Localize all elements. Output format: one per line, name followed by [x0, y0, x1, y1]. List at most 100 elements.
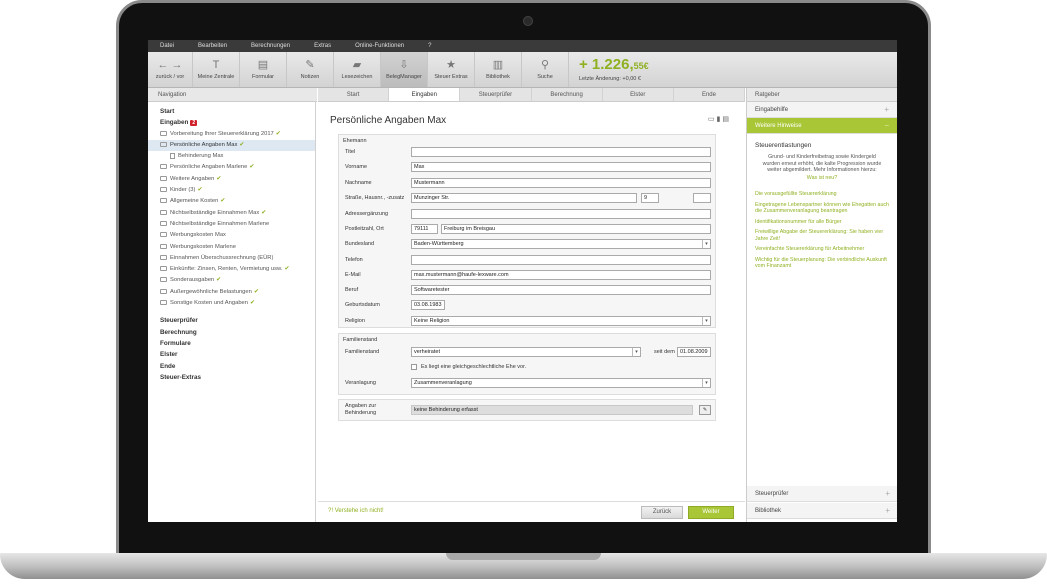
- nav-item[interactable]: Einnahmen Überschussrechnung (EÜR): [160, 253, 315, 264]
- beruf-label: Beruf: [345, 287, 359, 293]
- toolbar-bibliothek[interactable]: ▥ Bibliothek: [475, 52, 522, 87]
- nav-item[interactable]: Behinderung Max: [160, 151, 315, 162]
- menu-berechnungen[interactable]: Berechnungen: [251, 43, 290, 49]
- nav-item[interactable]: Allgemeine Kosten ✔: [160, 196, 315, 207]
- edit-behinderung-button[interactable]: ✎: [699, 405, 711, 415]
- vorname-field[interactable]: Max: [411, 162, 711, 172]
- adress-field[interactable]: [411, 209, 711, 219]
- menu-datei[interactable]: Datei: [160, 43, 174, 49]
- back-button[interactable]: Zurück: [641, 506, 683, 519]
- hausnr-field[interactable]: 9: [641, 193, 659, 203]
- section-familienstand: Familienstand Familienstand verheiratet ▾…: [338, 333, 716, 395]
- nav-item[interactable]: Persönliche Angaben Max ✔: [148, 139, 315, 152]
- accordion-eingabehilfe[interactable]: Eingabehilfe +: [747, 102, 897, 118]
- veranlagung-select[interactable]: Zusammenveranlagung ▾: [411, 378, 711, 388]
- nav-item[interactable]: Werbungskosten Marlene: [160, 242, 315, 253]
- accordion-bibliothek[interactable]: Bibliothek +: [747, 503, 897, 519]
- familienstand-select[interactable]: verheiratet ▾: [411, 347, 641, 357]
- section-title: Familienstand: [343, 337, 378, 343]
- accordion-steuerpruefer[interactable]: Steuerprüfer +: [747, 486, 897, 502]
- tab-berechnung[interactable]: Berechnung: [532, 88, 603, 101]
- menu-online[interactable]: Online-Funktionen: [355, 43, 404, 49]
- seit-field[interactable]: 01.08.2009: [677, 347, 711, 357]
- tab-steuerpruefer[interactable]: Steuerprüfer: [460, 88, 532, 101]
- toolbar-belegmanager[interactable]: ⇩ BelegManager: [381, 52, 428, 87]
- note-icon[interactable]: ▭: [708, 116, 717, 123]
- nav-item[interactable]: Persönliche Angaben Marlene ✔: [160, 162, 315, 173]
- familienstand-value: verheiratet: [414, 349, 440, 355]
- accordion-weitere-hinweise[interactable]: Weitere Hinweise −: [747, 118, 897, 134]
- ratgeber-link[interactable]: Wichtig für die Steuerplanung: Die verbi…: [755, 257, 889, 270]
- back-forward-button[interactable]: ← → zurück / vor: [148, 52, 193, 87]
- ratgeber-link[interactable]: Eingetragene Lebenspartner können wie Eh…: [755, 202, 889, 215]
- help-icon: ?!: [328, 508, 334, 514]
- beruf-field[interactable]: Softwaretester: [411, 285, 711, 295]
- nav-start[interactable]: Start: [160, 106, 315, 117]
- check-icon: ✔: [239, 141, 245, 148]
- same-sex-label: Es liegt eine gleichgeschlechtliche Ehe …: [421, 364, 527, 370]
- nav-steuerpruefer[interactable]: Steuerprüfer: [160, 315, 315, 326]
- geburtsdatum-field[interactable]: 03.08.1983: [411, 300, 445, 310]
- nachname-field[interactable]: Mustermann: [411, 178, 711, 188]
- nav-item[interactable]: Nichtselbständige Einnahmen Marlene: [160, 219, 315, 230]
- nav-eingaben[interactable]: Eingaben 2: [160, 117, 315, 128]
- ratgeber-link[interactable]: Vereinfachte Steuererklärung für Arbeitn…: [755, 246, 889, 253]
- ratgeber-link[interactable]: Die vorausgefüllte Steuererklärung: [755, 191, 889, 198]
- menu-extras[interactable]: Extras: [314, 43, 331, 49]
- toolbar-notizen[interactable]: ✎ Notizen: [287, 52, 334, 87]
- nav-item[interactable]: Weitere Angaben ✔: [160, 174, 315, 185]
- zusatz-field[interactable]: [693, 193, 711, 203]
- tab-ende[interactable]: Ende: [674, 88, 746, 101]
- next-button[interactable]: Weiter: [688, 506, 734, 519]
- chevron-down-icon: ▾: [702, 379, 710, 387]
- menu-help[interactable]: ?: [428, 43, 431, 49]
- toolbar-steuer-extras[interactable]: ★ Steuer Extras: [428, 52, 475, 87]
- menu-bearbeiten[interactable]: Bearbeiten: [198, 43, 227, 49]
- ratgeber-content: Steuerentlastungen Grund- und Kinderfrei…: [747, 134, 897, 270]
- nav-berechnung[interactable]: Berechnung: [160, 327, 315, 338]
- section-ehemann: Ehemann Titel Vorname Max Nachname Muste…: [338, 134, 716, 328]
- toolbar-lesezeichen[interactable]: ▰ Lesezeichen: [334, 52, 381, 87]
- same-sex-checkbox[interactable]: [411, 364, 417, 370]
- nav-item[interactable]: Kinder (3) ✔: [160, 185, 315, 196]
- email-field[interactable]: max.mustermann@haufe-lexware.com: [411, 270, 711, 280]
- navigation-header: Navigation: [148, 88, 317, 102]
- toolbar-formular[interactable]: ▤ Formular: [240, 52, 287, 87]
- tab-elster[interactable]: Elster: [603, 88, 674, 101]
- form-icon: ▤: [257, 59, 269, 71]
- religion-value: Keine Religion: [414, 318, 450, 324]
- nav-item[interactable]: Einkünfte: Zinsen, Renten, Vermietung us…: [160, 264, 315, 275]
- nav-item-label: Werbungskosten Max: [170, 232, 226, 239]
- ratgeber-link[interactable]: Freiwillige Abgabe der Steuererklärung: …: [755, 229, 889, 242]
- nav-elster[interactable]: Elster: [160, 349, 315, 360]
- ratgeber-link[interactable]: Identifikationsnummer für alle Bürger: [755, 219, 889, 226]
- nav-item[interactable]: Sonderausgaben ✔: [160, 275, 315, 286]
- toolbar-meine-zentrale[interactable]: T Meine Zentrale: [193, 52, 240, 87]
- nav-item[interactable]: Vorbereitung Ihrer Steuererklärung 2017 ✔: [160, 129, 315, 140]
- form-icon[interactable]: ▤: [722, 116, 731, 123]
- help-link[interactable]: ?! Verstehe ich nicht!: [328, 508, 384, 514]
- tab-eingaben[interactable]: Eingaben: [389, 88, 461, 101]
- nav-steuer-extras[interactable]: Steuer-Extras: [160, 372, 315, 383]
- titel-field[interactable]: [411, 147, 711, 157]
- bundesland-value: Baden-Württemberg: [414, 241, 464, 247]
- religion-select[interactable]: Keine Religion ▾: [411, 316, 711, 326]
- folder-icon: [160, 209, 167, 215]
- ort-field[interactable]: Freiburg im Breisgau: [441, 224, 711, 234]
- behinderung-label: Angaben zur: [345, 403, 377, 409]
- nav-item[interactable]: Sonstige Kosten und Angaben ✔: [160, 298, 315, 309]
- nav-item[interactable]: Nichtselbständige Einnahmen Max ✔: [160, 208, 315, 219]
- nav-ende[interactable]: Ende: [160, 361, 315, 372]
- bundesland-select[interactable]: Baden-Württemberg ▾: [411, 239, 711, 249]
- strasse-field[interactable]: Munzinger Str.: [411, 193, 637, 203]
- nav-item[interactable]: Werbungskosten Max: [160, 230, 315, 241]
- telefon-label: Telefon: [345, 257, 363, 263]
- help-label: Verstehe ich nicht!: [334, 508, 384, 514]
- search-icon: ⚲: [540, 59, 550, 71]
- plz-field[interactable]: 79111: [411, 224, 438, 234]
- toolbar-suche[interactable]: ⚲ Suche: [522, 52, 569, 87]
- telefon-field[interactable]: [411, 255, 711, 265]
- tab-start[interactable]: Start: [318, 88, 390, 101]
- nav-formulare[interactable]: Formulare: [160, 338, 315, 349]
- nav-item[interactable]: Außergewöhnliche Belastungen ✔: [160, 287, 315, 298]
